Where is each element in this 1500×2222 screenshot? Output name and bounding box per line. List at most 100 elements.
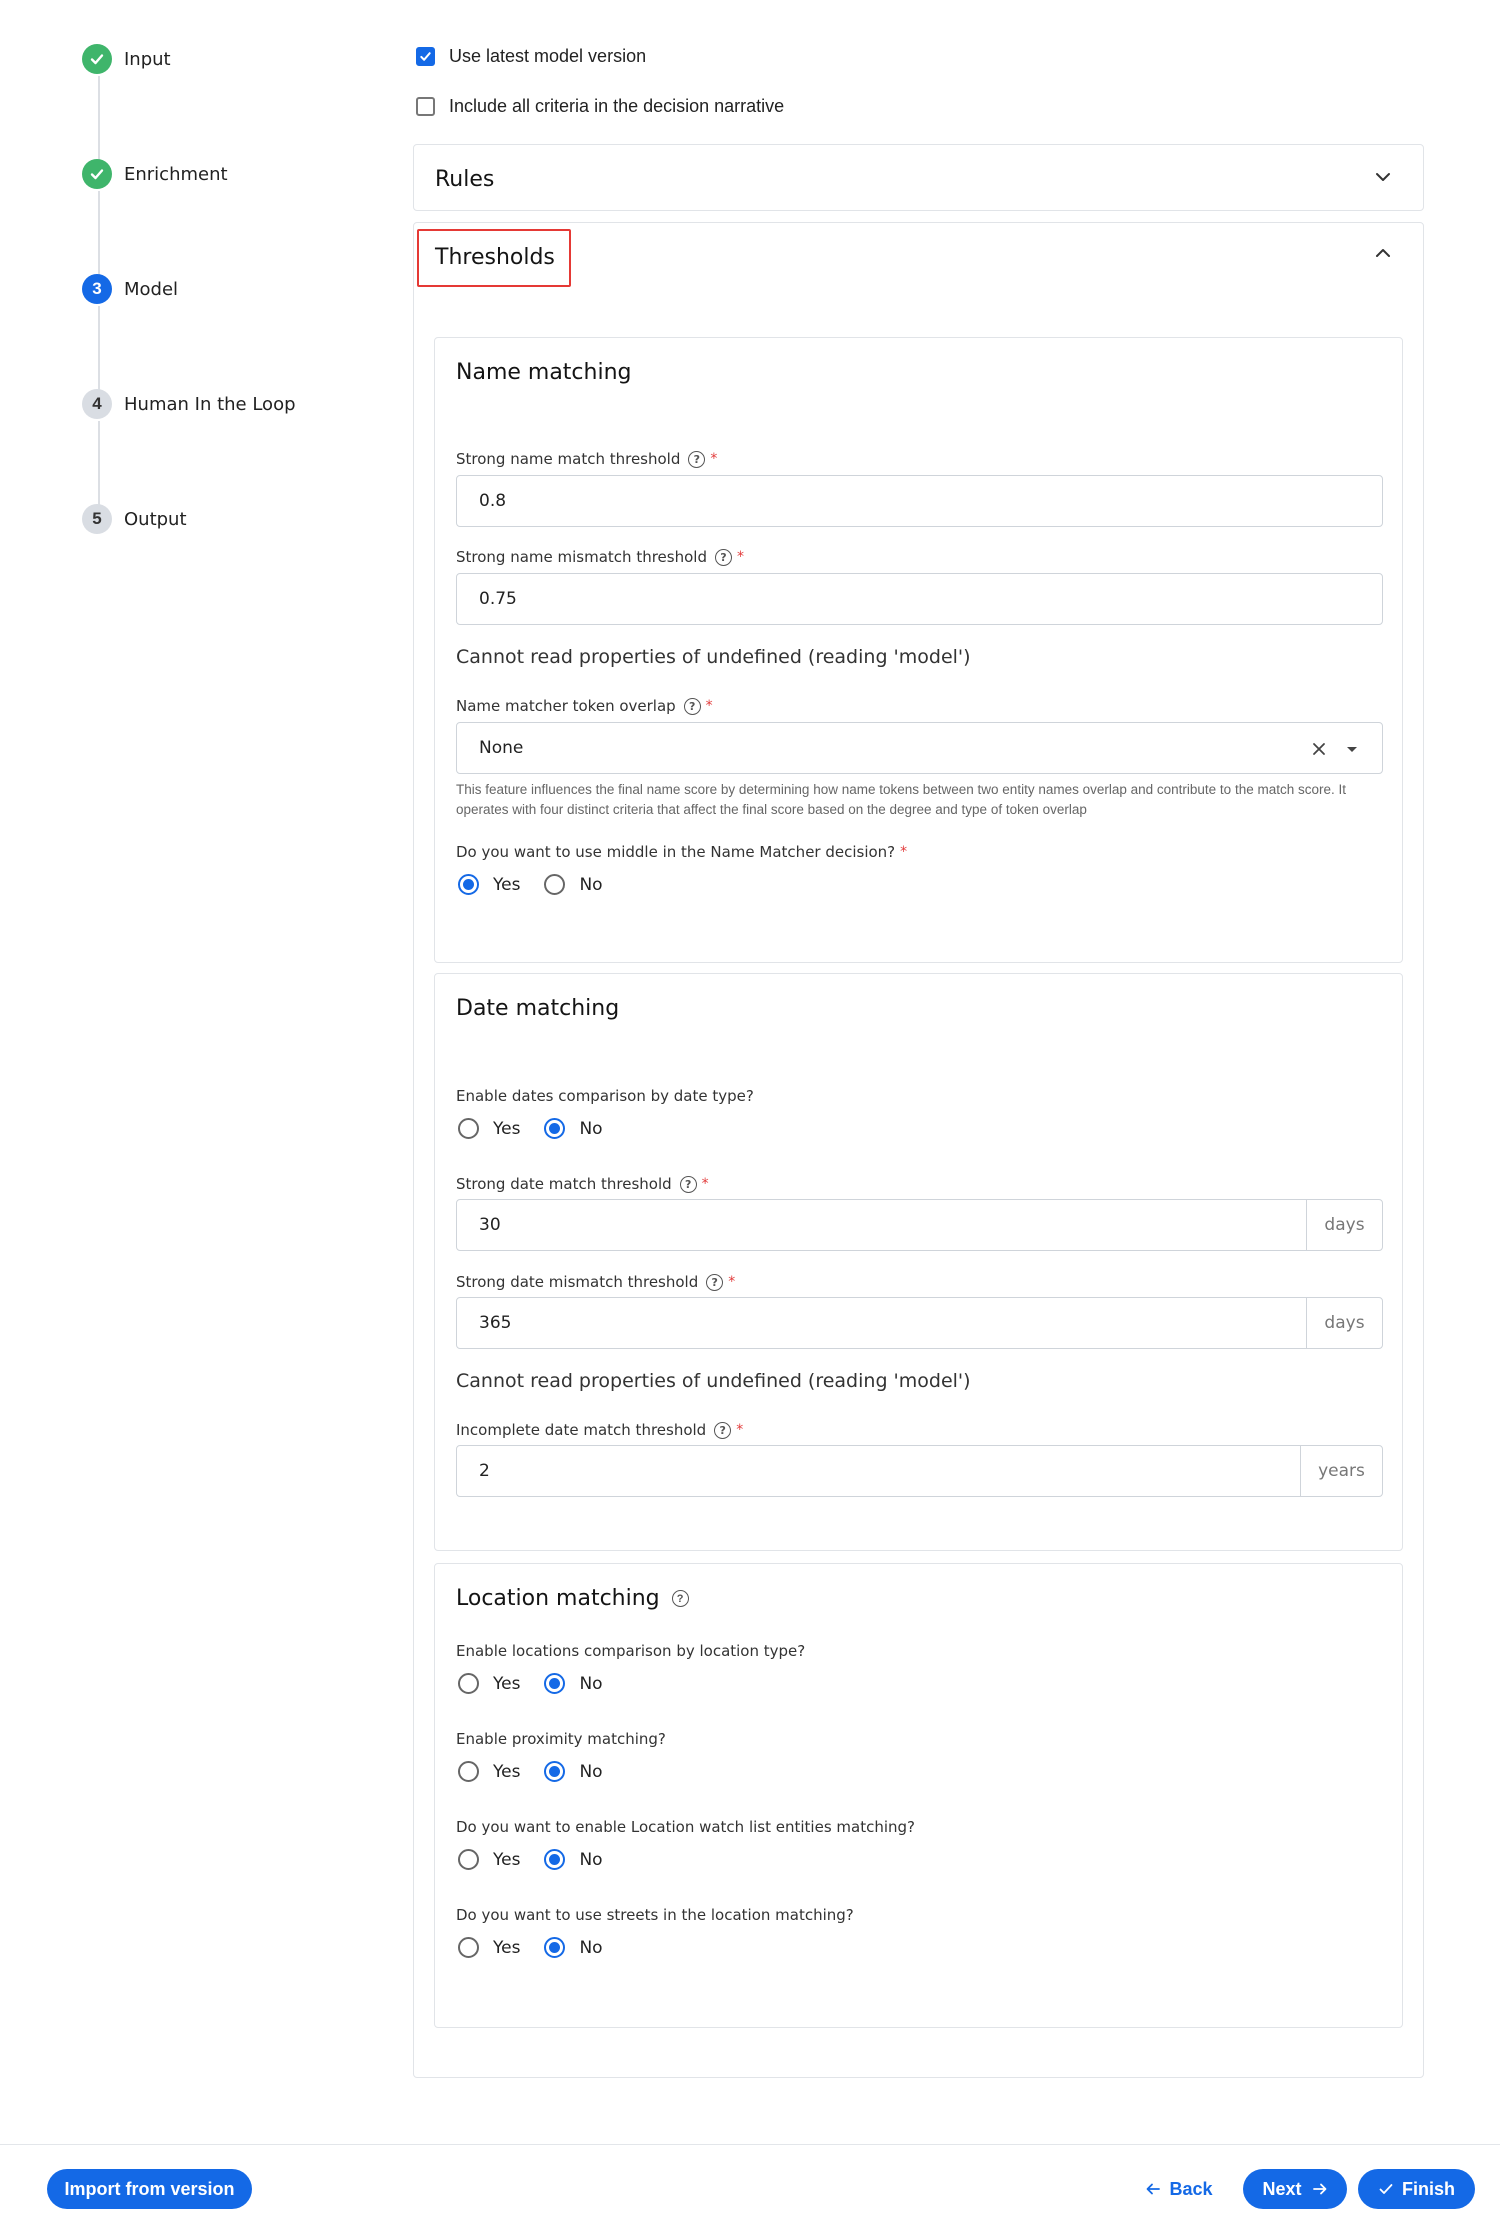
required-marker: * [736,549,744,565]
stepper-item-output[interactable]: 5 Output [82,502,187,536]
rules-panel-title: Rules [435,167,495,192]
radio-yes-label: Yes [493,1849,521,1870]
strong-date-mismatch-label: Strong date mismatch threshold ? * [456,1273,735,1291]
step-number: 5 [82,504,112,534]
location-by-type-radio-group: Yes No [458,1673,603,1694]
help-icon[interactable]: ? [679,1175,697,1193]
input-value: 0.75 [479,589,517,609]
radio-no[interactable] [544,874,566,895]
token-overlap-label: Name matcher token overlap ? * [456,697,713,715]
radio-no[interactable] [544,1761,566,1782]
import-from-version-button[interactable]: Import from version [47,2169,252,2209]
radio-yes[interactable] [458,1673,479,1694]
date-matching-error-text: Cannot read properties of undefined (rea… [456,1370,971,1392]
incomplete-date-label: Incomplete date match threshold ? * [456,1421,743,1439]
help-icon[interactable]: ? [706,1273,724,1291]
use-latest-model-checkbox[interactable]: Use latest model version [416,46,646,67]
help-icon[interactable]: ? [714,1421,732,1439]
incomplete-date-input[interactable]: 2 years [456,1445,1383,1497]
radio-no[interactable] [544,1849,566,1870]
radio-yes-label: Yes [493,1761,521,1782]
radio-yes-label: Yes [493,1673,521,1694]
required-marker: * [900,844,908,860]
required-marker: * [728,1274,736,1290]
stepper-label: Enrichment [124,163,228,185]
label-text: Enable proximity matching? [456,1730,666,1748]
middle-name-radio-group: Yes No [458,874,603,895]
stepper-item-input[interactable]: Input [82,42,171,76]
radio-yes[interactable] [458,1761,479,1782]
radio-no[interactable] [544,1673,566,1694]
radio-no-label: No [579,1937,603,1958]
radio-yes[interactable] [458,1849,479,1870]
button-label: Next [1262,2178,1302,2199]
chevron-up-icon[interactable] [1373,243,1393,263]
next-button[interactable]: Next [1243,2169,1347,2209]
label-text: Incomplete date match threshold [456,1421,707,1439]
days-unit-addon: days [1306,1200,1382,1250]
strong-name-match-label: Strong name match threshold ? * [456,450,717,468]
token-overlap-select[interactable]: None [456,722,1383,774]
input-value: 365 [479,1313,512,1333]
streets-radio-group: Yes No [458,1937,603,1958]
strong-name-mismatch-input[interactable]: 0.75 [456,573,1383,625]
radio-no[interactable] [544,1118,566,1139]
finish-button[interactable]: Finish [1358,2169,1475,2209]
date-by-type-radio-group: Yes No [458,1118,603,1139]
check-icon [82,159,112,189]
radio-yes[interactable] [458,1118,479,1139]
strong-date-match-label: Strong date match threshold ? * [456,1175,709,1193]
strong-date-mismatch-input[interactable]: 365 days [456,1297,1383,1349]
name-matching-title: Name matching [456,360,632,385]
checkbox-unchecked-icon[interactable] [416,97,435,116]
required-marker: * [705,698,713,714]
button-label: Finish [1402,2178,1455,2199]
token-overlap-hint: This feature influences the final name s… [456,782,1346,817]
help-icon[interactable]: ? [671,1590,689,1607]
stepper-item-model[interactable]: 3 Model [82,272,178,306]
location-matching-header: Location matching ? [456,1586,689,1611]
select-value: None [479,738,524,758]
radio-no-label: No [579,1673,603,1694]
strong-name-match-input[interactable]: 0.8 [456,475,1383,527]
label-text: Strong date mismatch threshold [456,1273,699,1291]
help-icon[interactable]: ? [688,450,706,468]
button-label: Back [1169,2178,1213,2199]
thresholds-panel-title[interactable]: Thresholds [435,245,555,270]
check-icon [1379,2184,1393,2194]
radio-yes[interactable] [458,874,479,895]
chevron-down-icon[interactable] [1373,167,1393,187]
radio-yes[interactable] [458,1937,479,1958]
strong-date-match-input[interactable]: 30 days [456,1199,1383,1251]
checkbox-checked-icon[interactable] [416,47,435,66]
stepper-label: Output [124,508,187,530]
stepper-label: Model [124,278,179,300]
radio-yes-label: Yes [493,1937,521,1958]
help-icon[interactable]: ? [683,697,701,715]
strong-name-mismatch-label: Strong name mismatch threshold ? * [456,548,744,566]
radio-no-label: No [579,1849,603,1870]
location-matching-title: Location matching [456,1586,660,1611]
include-criteria-checkbox[interactable]: Include all criteria in the decision nar… [416,96,784,117]
watch-list-question: Do you want to enable Location watch lis… [456,1818,915,1836]
stepper-item-enrichment[interactable]: Enrichment [82,157,228,191]
label-text: Enable dates comparison by date type? [456,1087,754,1105]
back-button[interactable]: Back [1131,2169,1227,2209]
stepper-label: Human In the Loop [124,393,296,415]
input-value: 0.8 [479,491,507,511]
radio-yes-label: Yes [493,1118,521,1139]
help-icon[interactable]: ? [714,548,732,566]
checkbox-label: Use latest model version [449,46,647,66]
stepper-item-human-in-the-loop[interactable]: 4 Human In the Loop [82,387,296,421]
date-matching-title: Date matching [456,996,620,1021]
rules-panel[interactable]: Rules [413,144,1424,211]
label-text: Strong name match threshold [456,450,681,468]
caret-down-icon[interactable] [1346,743,1358,755]
button-label: Import from version [64,2178,235,2199]
footer-divider [0,2144,1500,2145]
radio-yes-label: Yes [493,874,521,895]
label-text: Name matcher token overlap [456,697,676,715]
radio-no[interactable] [544,1937,566,1958]
step-number: 4 [82,389,112,419]
clear-icon[interactable] [1311,741,1327,757]
